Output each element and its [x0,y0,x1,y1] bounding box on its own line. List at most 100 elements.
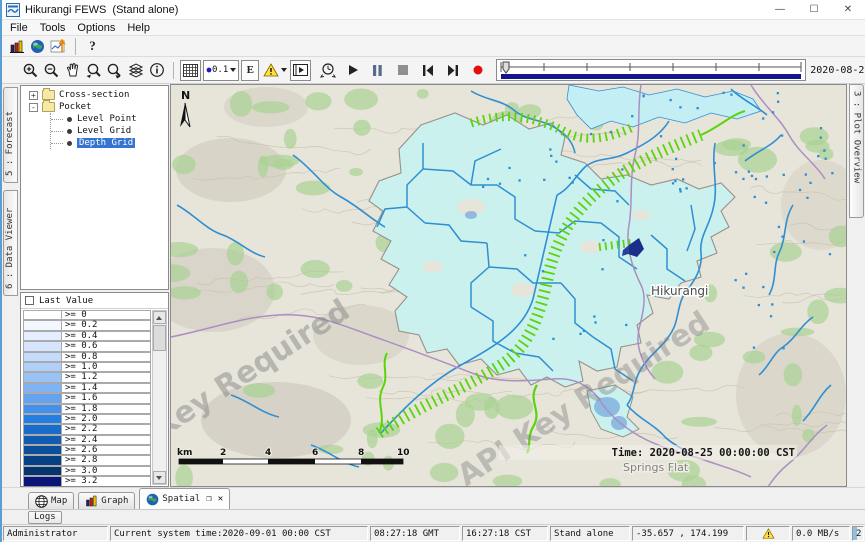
database-viewer-icon[interactable] [6,36,27,57]
color-swatch [23,320,61,330]
map-viewport[interactable]: Hikurangi Springs Flat API Key Required … [170,84,847,487]
warnings-dropdown[interactable] [261,60,288,81]
status-mode: Stand alone [550,526,630,541]
zoom-out-icon[interactable] [41,60,62,81]
status-bar: Administrator Current system time:2020-0… [2,524,865,542]
menu-file[interactable]: File [6,22,36,34]
play-icon[interactable] [342,60,363,81]
edit-events-button[interactable]: E [241,60,259,81]
pan-hand-icon[interactable] [62,60,83,81]
tab-graph[interactable]: Graph [78,492,135,509]
help-icon: ? [89,38,96,54]
tree-item-label: Level Point [77,114,137,124]
color-swatch [23,424,61,434]
menu-tools[interactable]: Tools [36,22,74,34]
stop-icon[interactable] [392,60,413,81]
svg-text:2: 2 [220,448,226,458]
zoom-previous-icon[interactable] [83,60,104,81]
tab-plot-overview[interactable]: 3 : Plot Overview [849,84,864,218]
legend-entry: >= 1.6 [23,393,151,403]
zoom-in-icon[interactable] [20,60,41,81]
tab-map[interactable]: Map [28,492,74,509]
toolbar-separator [173,62,174,79]
node-bullet-icon [67,117,72,122]
tree-item-label: Pocket [59,102,92,112]
tab-label: Graph [101,496,128,506]
tab-data-viewer[interactable]: 6 : Data Viewer [3,190,18,296]
color-swatch [23,445,61,455]
legend-entry: >= 1.8 [23,404,151,414]
menu-options[interactable]: Options [73,22,123,34]
animation-button[interactable] [290,60,311,81]
legend-entry: >= 0.2 [23,320,151,330]
logs-tab[interactable]: Logs [28,511,62,524]
zoom-next-icon[interactable] [104,60,125,81]
color-swatch [23,414,61,424]
scroll-up-icon[interactable] [153,311,166,324]
window-title: Hikurangi FEWS (Stand alone) [25,4,178,16]
grid-display-button[interactable] [180,60,201,81]
color-swatch [23,476,61,486]
node-bullet-icon [67,129,72,134]
scroll-down-icon[interactable] [153,471,166,484]
legend-panel: Last Value >= 0 >= 0.2 >= 0.4 >= 0.6 >= … [20,292,169,487]
svg-text:4: 4 [265,448,271,458]
time-settings-icon[interactable] [317,60,338,81]
legend-threshold: >= 2.8 [61,455,151,465]
status-coordinates: -35.657 , 174.199 [632,526,744,541]
status-gmt-time: 08:27:18 GMT [370,526,460,541]
close-button[interactable]: ✕ [831,0,865,19]
tree-item-level-point[interactable]: Level Point [51,113,168,125]
color-swatch [23,310,61,320]
status-warning-cell[interactable] [746,526,790,541]
movie-icon [293,64,308,76]
tree-item-depth-grid[interactable]: Depth Grid [51,137,168,149]
legend-threshold: >= 3.0 [61,466,151,476]
color-swatch [23,341,61,351]
time-slider[interactable] [496,59,806,81]
label-hikurangi: Hikurangi [651,284,708,298]
folder-icon [42,90,55,100]
last-value-checkbox[interactable] [25,296,34,305]
collapse-icon[interactable]: - [29,103,38,112]
minimize-button[interactable]: — [763,0,797,19]
color-swatch [23,383,61,393]
svg-text:km: km [177,448,192,458]
legend-entry: >= 2.4 [23,435,151,445]
record-icon[interactable] [467,60,488,81]
folder-icon [42,102,55,112]
map-canvas[interactable]: Hikurangi Springs Flat API Key Required … [171,85,847,487]
legend-threshold: >= 2.2 [61,424,151,434]
expand-icon[interactable]: + [29,91,38,100]
last-value-label: Last Value [39,296,93,306]
maximize-button[interactable]: ☐ [797,0,831,19]
tab-maximize-icon[interactable]: ❐ [206,494,211,504]
warning-icon [762,528,775,539]
tree-item-pocket[interactable]: - Pocket [21,101,168,113]
map-display-icon[interactable] [27,36,48,57]
layers-icon[interactable] [125,60,146,81]
legend-threshold: >= 3.2 [61,476,151,486]
color-swatch [23,372,61,382]
scrollbar-thumb[interactable] [153,325,166,351]
tab-close-icon[interactable]: ✕ [218,494,223,504]
pause-icon[interactable] [367,60,388,81]
tab-spatial[interactable]: Spatial ❐ ✕ [139,488,230,509]
point-size-dropdown[interactable]: 0.1 [203,60,239,81]
help-button[interactable]: ? [82,36,103,57]
tab-forecast[interactable]: 5 : Forecast [3,87,18,183]
node-bullet-icon [67,141,72,146]
events-icon: E [247,64,254,76]
legend-threshold: >= 0.6 [61,341,151,351]
tree-item-level-grid[interactable]: Level Grid [51,125,168,137]
legend-threshold: >= 2.0 [61,414,151,424]
legend-scrollbar[interactable] [152,310,167,485]
step-back-icon[interactable] [417,60,438,81]
menu-help[interactable]: Help [123,22,158,34]
legend-threshold: >= 2.6 [61,445,151,455]
timeseries-display-icon[interactable] [48,36,69,57]
legend-entry: >= 3.0 [23,466,151,476]
legend-threshold: >= 1.2 [61,372,151,382]
info-icon[interactable] [146,60,167,81]
step-forward-icon[interactable] [442,60,463,81]
